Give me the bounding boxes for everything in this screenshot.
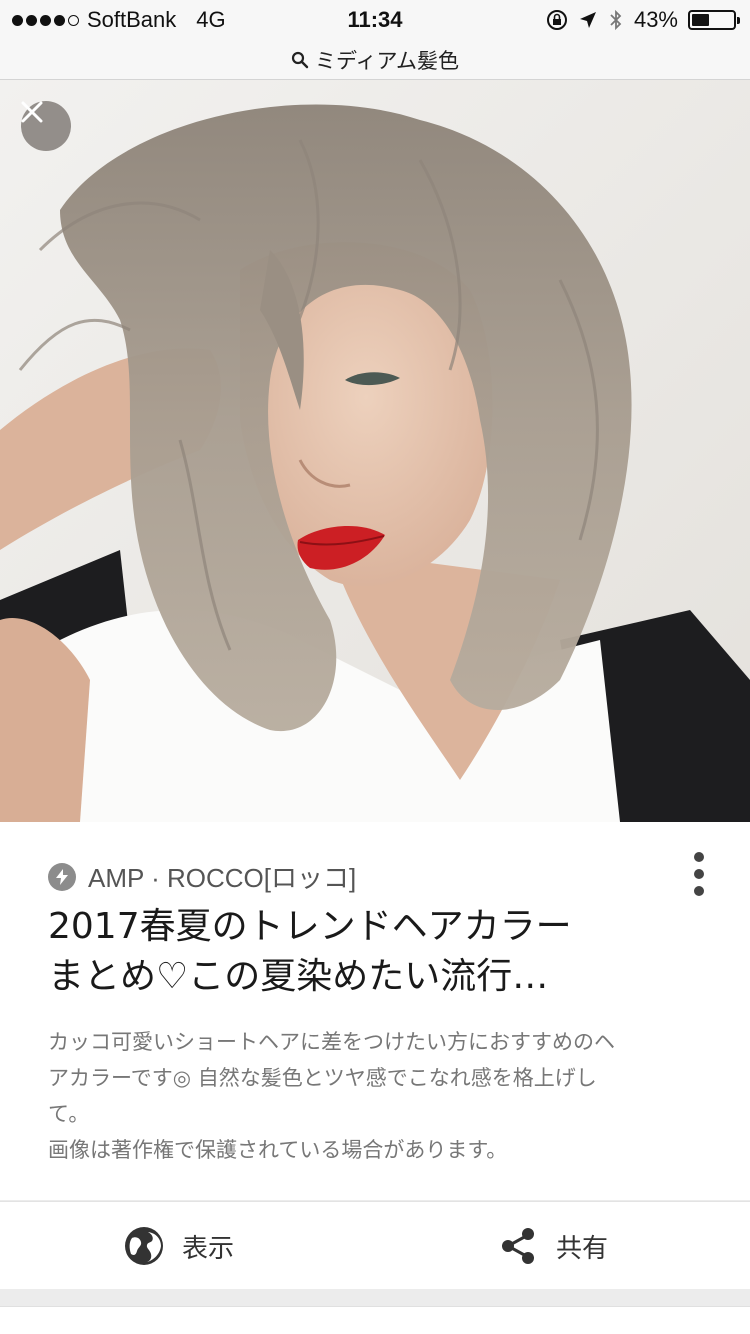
- globe-icon: [125, 1227, 163, 1265]
- search-icon: [291, 51, 309, 68]
- status-bar: SoftBank 4G 11:34 43%: [0, 0, 750, 40]
- amp-lightning-icon: [48, 862, 76, 891]
- search-bar[interactable]: ミディアム髪色: [0, 40, 750, 80]
- share-label: 共有: [556, 1233, 609, 1264]
- view-label: 表示: [182, 1233, 235, 1264]
- lock-rotation-icon: [546, 10, 567, 30]
- description-line: カッコ可愛いショートヘアに差をつけたい方におすすめのヘ: [48, 1030, 615, 1054]
- description-line: て。: [48, 1102, 90, 1126]
- close-icon: [21, 101, 43, 123]
- result-title-line-1: 2017春夏のトレンドヘアカラー: [48, 906, 572, 947]
- battery-icon: [688, 10, 740, 30]
- result-title[interactable]: 2017春夏のトレンドヘアカラー まとめ♡この夏染めたい流行…: [48, 902, 688, 1002]
- view-button[interactable]: 表示: [124, 1202, 234, 1290]
- next-result-card[interactable]: [0, 1306, 750, 1334]
- share-button[interactable]: 共有: [498, 1202, 608, 1290]
- result-image[interactable]: [0, 80, 750, 822]
- action-bar: 表示 共有: [0, 1201, 750, 1289]
- source-row[interactable]: AMP · ROCCO[ロッコ]: [48, 858, 356, 895]
- copyright-note: 画像は著作権で保護されている場合があります。: [48, 1138, 508, 1162]
- hair-photo: [0, 80, 750, 822]
- result-title-line-2: まとめ♡この夏染めたい流行…: [48, 956, 549, 997]
- bluetooth-icon: [610, 9, 622, 31]
- share-icon: [502, 1228, 534, 1264]
- result-card: AMP · ROCCO[ロッコ] 2017春夏のトレンドヘアカラー まとめ♡この…: [0, 822, 750, 1200]
- status-right: 43%: [546, 7, 740, 33]
- result-description: カッコ可愛いショートヘアに差をつけたい方におすすめのヘ アカラーです◎ 自然な髪…: [48, 1024, 708, 1168]
- description-line: アカラーです◎ 自然な髪色とツヤ感でこなれ感を格上げし: [48, 1066, 597, 1090]
- battery-percent: 43%: [633, 7, 678, 32]
- source-label: AMP · ROCCO[ロッコ]: [88, 863, 357, 893]
- more-vertical-icon[interactable]: [692, 852, 706, 896]
- close-button[interactable]: [21, 101, 71, 151]
- battery-level: [692, 14, 710, 26]
- location-arrow-icon: [579, 12, 596, 28]
- search-query: ミディアム髪色: [314, 48, 460, 73]
